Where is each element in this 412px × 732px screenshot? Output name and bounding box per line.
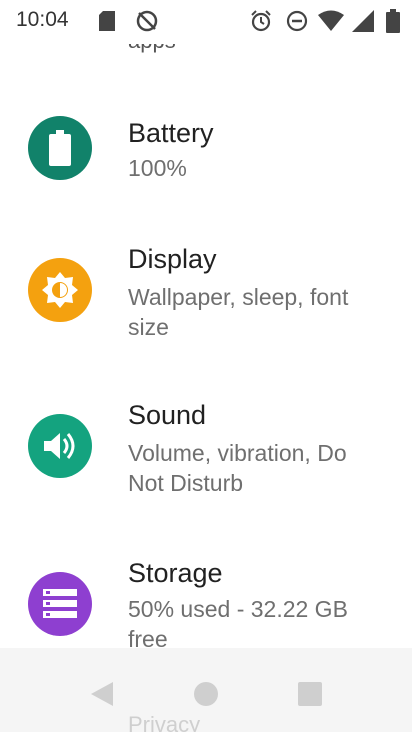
status-time: 10:04	[16, 8, 69, 31]
recents-button[interactable]	[290, 674, 330, 714]
display-title: Display	[128, 244, 217, 274]
display-subtitle: Wallpaper, sleep, font size	[128, 284, 349, 340]
battery-subtitle: 100%	[128, 155, 187, 181]
settings-item-display[interactable]: Display Wallpaper, sleep, font size	[0, 244, 412, 344]
battery-status-icon	[380, 8, 406, 34]
back-button[interactable]	[82, 674, 122, 714]
settings-list: apps Battery 100% Display Wallpaper, sle…	[0, 0, 412, 648]
settings-item-battery[interactable]: Battery 100%	[0, 108, 412, 198]
status-bar: 10:04	[0, 0, 412, 44]
wifi-icon	[318, 8, 344, 34]
alarm-icon	[248, 8, 274, 34]
home-button[interactable]	[186, 674, 226, 714]
battery-icon	[28, 116, 92, 180]
sound-title: Sound	[128, 400, 207, 430]
navigation-bar: Privacy	[0, 648, 412, 732]
do-not-disturb-icon	[284, 8, 310, 34]
cellular-signal-icon	[350, 8, 376, 34]
settings-item-storage[interactable]: Storage 50% used - 32.22 GB free	[0, 558, 412, 648]
volume-icon	[28, 414, 92, 478]
storage-title: Storage	[128, 558, 223, 588]
storage-icon	[28, 572, 92, 636]
sd-card-icon	[94, 8, 120, 34]
storage-subtitle: 50% used - 32.22 GB free	[128, 596, 348, 648]
no-sync-icon	[134, 8, 160, 34]
settings-item-sound[interactable]: Sound Volume, vibration, Do Not Disturb	[0, 400, 412, 500]
battery-title: Battery	[128, 118, 214, 148]
brightness-icon	[28, 258, 92, 322]
privacy-item-label-partial: Privacy	[128, 712, 201, 732]
sound-subtitle: Volume, vibration, Do Not Disturb	[128, 440, 347, 496]
